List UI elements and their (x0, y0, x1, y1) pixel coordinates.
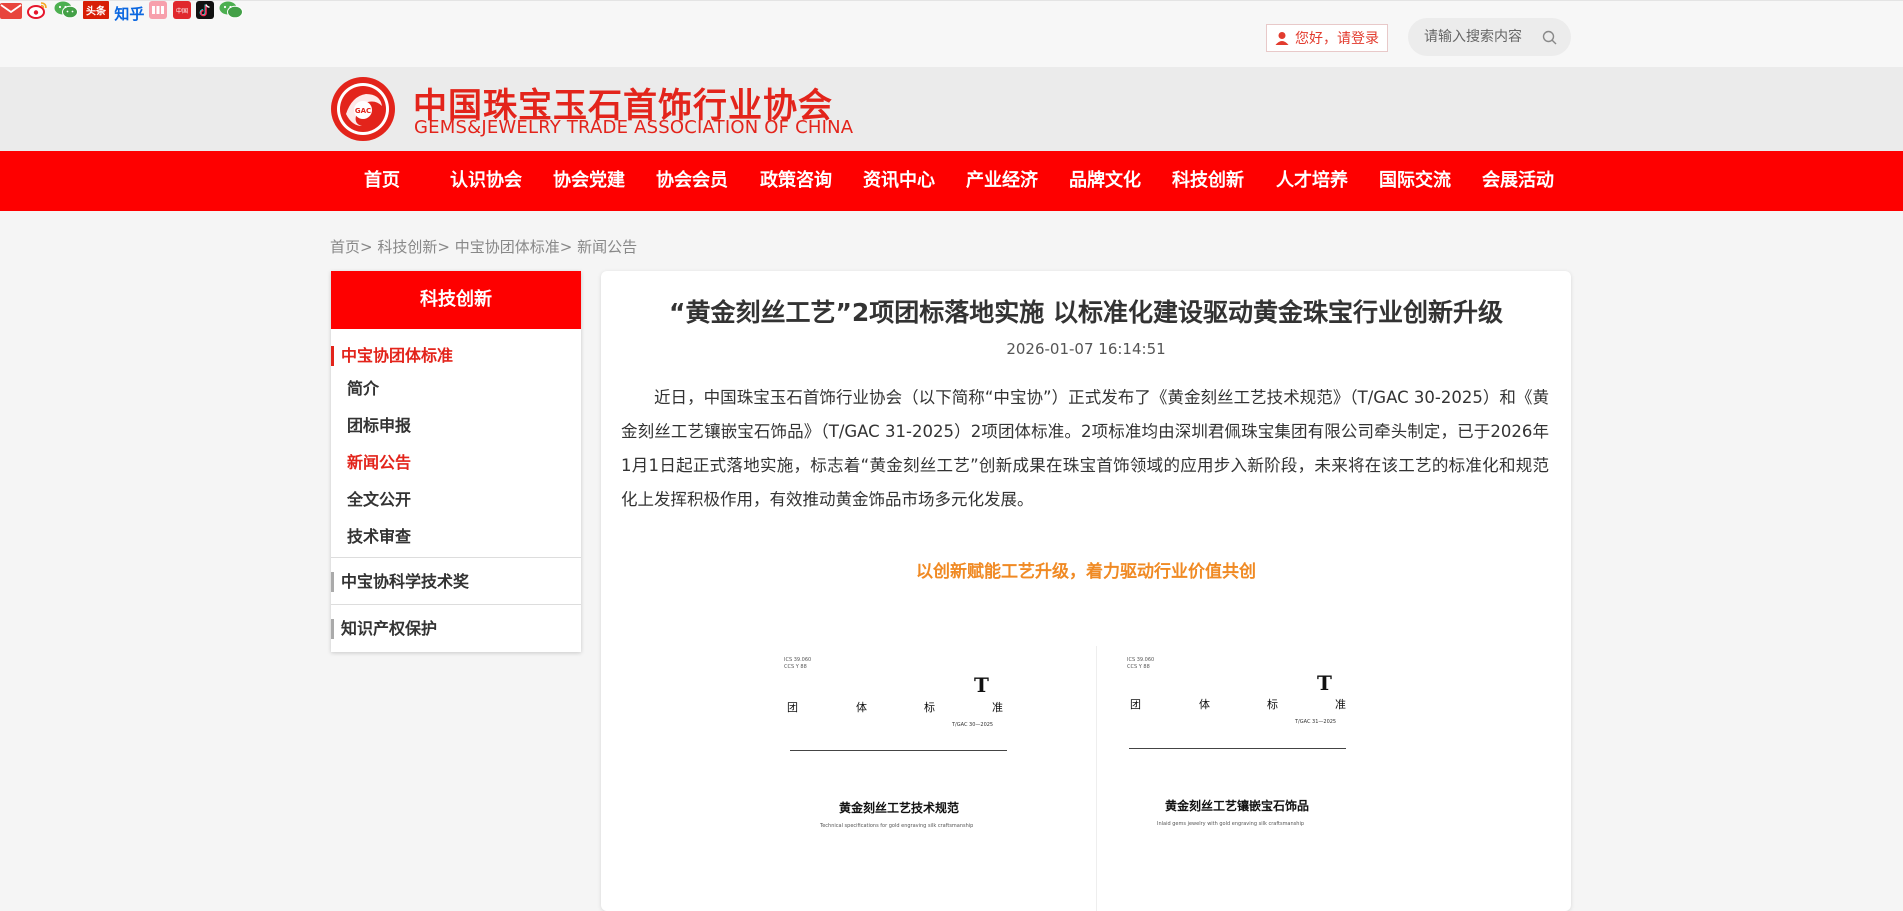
nav-item-economy[interactable]: 产业经济 (966, 151, 1038, 211)
sidebar-cat-label: 中宝协科学技术奖 (341, 572, 470, 591)
nav-item-talent[interactable]: 人才培养 (1276, 151, 1348, 211)
association-emblem-icon[interactable]: GAC (330, 76, 396, 142)
nav-item-party[interactable]: 协会党建 (553, 151, 625, 211)
login-link[interactable]: 您好，请登录 (1266, 24, 1388, 52)
nav-item-exhibitions[interactable]: 会展活动 (1482, 151, 1554, 211)
doc-std-char: 准 (992, 701, 1003, 714)
doc-std-char: 准 (1335, 698, 1346, 711)
doc-rule (790, 750, 1007, 751)
sidebar-cat-label: 知识产权保护 (341, 619, 438, 638)
nav-item-international[interactable]: 国际交流 (1379, 151, 1451, 211)
doc-ccs: CCS Y 88 (1127, 664, 1150, 670)
search-box (1408, 18, 1571, 56)
sidebar-bar (331, 572, 334, 592)
doc-subtitle: Technical specifications for gold engrav… (820, 823, 974, 829)
doc-divider (1096, 646, 1097, 911)
site-title-en[interactable]: GEMS&JEWELRY TRADE ASSOCIATION OF CHINA (414, 117, 853, 138)
doc-std-char: 体 (856, 701, 867, 714)
social-icons: 头条 知乎 中国 (0, 1, 1903, 24)
breadcrumb-separator: > (559, 238, 573, 256)
breadcrumb-standards[interactable]: 中宝协团体标准 (455, 238, 560, 256)
sidebar-cat-ip[interactable]: 知识产权保护 (331, 617, 437, 641)
doc-std-char: 标 (924, 701, 935, 714)
sidebar-item-announcements[interactable]: 新闻公告 (347, 451, 411, 475)
wechat-channel-icon[interactable] (219, 1, 243, 23)
standard-document-image[interactable]: ICS 39.060 CCS Y 88 T 团 体 标 准 T/GAC 30—2… (784, 651, 1016, 911)
nav-item-news[interactable]: 资讯中心 (863, 151, 935, 211)
standard-document-image[interactable]: ICS 39.060 CCS Y 88 T 团 体 标 准 T/GAC 31—2… (1127, 651, 1359, 911)
china-icon[interactable]: 中国 (172, 1, 196, 23)
svg-text:中国: 中国 (176, 7, 188, 15)
sidebar-cat-award[interactable]: 中宝协科学技术奖 (331, 570, 469, 594)
nav-item-about[interactable]: 认识协会 (450, 151, 522, 211)
breadcrumb-announcements[interactable]: 新闻公告 (577, 238, 637, 256)
sidebar-item-application[interactable]: 团标申报 (347, 414, 411, 438)
mail-icon[interactable] (0, 3, 27, 23)
doc-ics: ICS 39.060 (784, 657, 812, 663)
sidebar-cat-label: 中宝协团体标准 (341, 346, 454, 365)
sidebar-item-fulltext[interactable]: 全文公开 (347, 488, 411, 512)
search-icon[interactable] (1542, 30, 1557, 45)
user-icon (1275, 32, 1289, 45)
doc-ics: ICS 39.060 (1127, 657, 1155, 663)
login-text: 您好，请登录 (1295, 31, 1379, 47)
breadcrumb: 首页> 科技创新> 中宝协团体标准> 新闻公告 (330, 236, 637, 257)
doc-std-char: 标 (1267, 698, 1278, 711)
sidebar-divider (331, 557, 581, 558)
breadcrumb-separator: > (360, 238, 373, 256)
douyin-icon[interactable] (195, 1, 219, 23)
sidebar-active-bar (331, 346, 334, 366)
article-title: “黄金刻丝工艺”2项团标落地实施 以标准化建设驱动黄金珠宝行业创新升级 (669, 298, 1503, 327)
top-utility-bar: 头条 知乎 中国 您好，请登录 (0, 0, 1903, 67)
zhihu-icon[interactable]: 知乎 (114, 5, 144, 23)
doc-rule (1129, 748, 1346, 749)
nav-item-home[interactable]: 首页 (364, 151, 400, 211)
article-date: 2026-01-07 16:14:51 (1006, 340, 1166, 358)
doc-title: 黄金刻丝工艺镶嵌宝石饰品 (1165, 799, 1310, 813)
emblem-text: GAC (355, 107, 371, 115)
sidebar-heading: 科技创新 (331, 271, 581, 329)
breadcrumb-home[interactable]: 首页 (330, 238, 360, 256)
nav-item-policy[interactable]: 政策咨询 (760, 151, 832, 211)
sidebar-item-review[interactable]: 技术审查 (347, 525, 411, 549)
article-subheading: 以创新赋能工艺升级，着力驱动行业价值共创 (916, 562, 1256, 582)
sidebar-divider (331, 604, 581, 605)
toutiao-icon[interactable]: 头条 (83, 1, 114, 23)
doc-ccs: CCS Y 88 (784, 664, 807, 670)
doc-code: T/GAC 30—2025 (952, 722, 994, 728)
breadcrumb-separator: > (437, 238, 450, 256)
doc-code: T/GAC 31—2025 (1295, 719, 1337, 725)
doc-std-char: 团 (787, 701, 798, 714)
doc-title: 黄金刻丝工艺技术规范 (839, 801, 960, 815)
svg-text:头条: 头条 (86, 5, 107, 18)
doc-std-char: 体 (1199, 698, 1210, 711)
doc-t-letter: T (974, 673, 989, 697)
sidebar-item-intro[interactable]: 简介 (347, 377, 379, 401)
breadcrumb-tech[interactable]: 科技创新 (377, 238, 437, 256)
nav-item-brand[interactable]: 品牌文化 (1069, 151, 1141, 211)
nav-item-tech[interactable]: 科技创新 (1172, 151, 1244, 211)
site-header (0, 67, 1903, 151)
doc-t-letter: T (1317, 671, 1332, 695)
main-nav: 首页 认识协会 协会党建 协会会员 政策咨询 资讯中心 产业经济 品牌文化 科技… (0, 151, 1903, 211)
search-input[interactable] (1422, 28, 1546, 46)
sidebar-cat-standards[interactable]: 中宝协团体标准 (331, 344, 453, 368)
sidebar-bar (331, 619, 334, 639)
weibo-icon[interactable] (27, 2, 54, 23)
xiaohongshu-icon[interactable] (149, 1, 172, 23)
article-panel: “黄金刻丝工艺”2项团标落地实施 以标准化建设驱动黄金珠宝行业创新升级 2026… (601, 271, 1571, 911)
nav-item-members[interactable]: 协会会员 (656, 151, 728, 211)
doc-std-char: 团 (1130, 698, 1141, 711)
wechat-icon[interactable] (54, 1, 83, 23)
doc-subtitle: Inlaid gems jewelry with gold engraving … (1157, 821, 1305, 827)
article-body: 近日，中国珠宝玉石首饰行业协会（以下简称“中宝协”）正式发布了《黄金刻丝工艺技术… (621, 388, 1549, 509)
sidebar: 科技创新 中宝协团体标准 简介 团标申报 新闻公告 全文公开 技术审查 中宝协科… (331, 271, 581, 652)
